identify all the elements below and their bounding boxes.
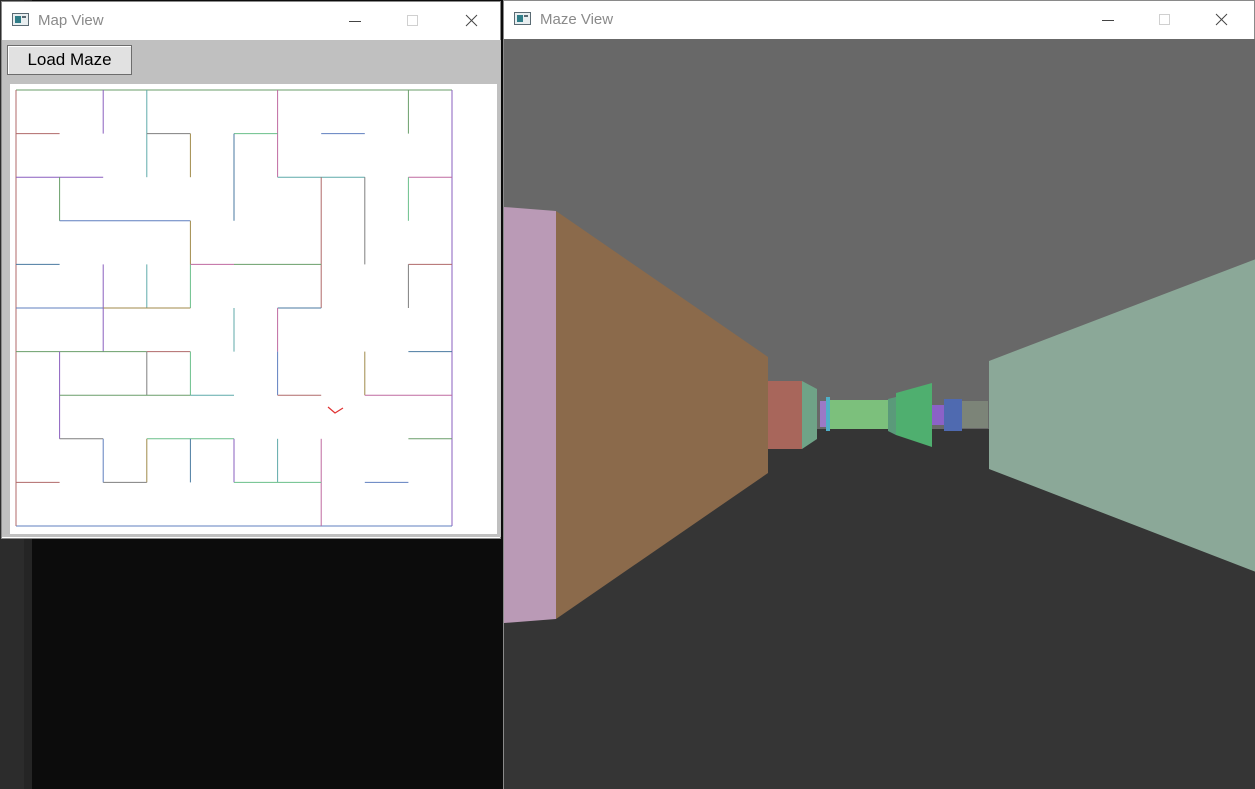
maximize-button[interactable] (1142, 1, 1188, 39)
maze-wall-front-wall-purple (932, 405, 944, 425)
maze-wall-front-wall-left (768, 381, 802, 449)
maximize-icon (1159, 14, 1170, 25)
maze-view-titlebar[interactable]: Maze View (504, 1, 1254, 39)
app-window-icon (12, 13, 29, 26)
maze-3d-scene (504, 39, 1255, 789)
close-icon (465, 14, 478, 27)
maze-map-canvas (10, 84, 497, 534)
load-maze-button[interactable]: Load Maze (7, 45, 132, 75)
minimize-button[interactable] (332, 2, 378, 40)
map-view-client: Load Maze (2, 40, 501, 537)
close-icon (1215, 13, 1228, 26)
maze-map (15, 89, 453, 527)
maximize-button[interactable] (390, 2, 436, 40)
minimize-icon (349, 21, 361, 22)
maze-view-window: Maze View (503, 0, 1255, 789)
maze-view-title: Maze View (540, 11, 614, 28)
map-view-window: Map View Load Maze (1, 1, 501, 539)
app-window-icon (514, 12, 531, 25)
close-button[interactable] (448, 2, 494, 40)
maze-wall-strip (888, 397, 896, 435)
close-button[interactable] (1200, 1, 1246, 39)
player-marker-icon (327, 406, 344, 414)
maze-wall-left-near-face (504, 207, 556, 623)
minimize-button[interactable] (1085, 1, 1131, 39)
maze-wall-front-wall-far (827, 400, 888, 429)
maximize-icon (407, 15, 418, 26)
maze-wall-front-wall-blue (944, 399, 962, 431)
maze-wall-strip (820, 401, 826, 427)
map-view-title: Map View (38, 12, 104, 29)
maze-map-walls (15, 89, 453, 527)
maze-3d-viewport (504, 39, 1255, 789)
maze-wall-strip (826, 397, 830, 431)
minimize-icon (1102, 20, 1114, 21)
maze-wall-front-wall-grey (962, 401, 988, 428)
map-view-titlebar[interactable]: Map View (2, 2, 500, 40)
maze-wall-side-wall-small (802, 381, 817, 449)
